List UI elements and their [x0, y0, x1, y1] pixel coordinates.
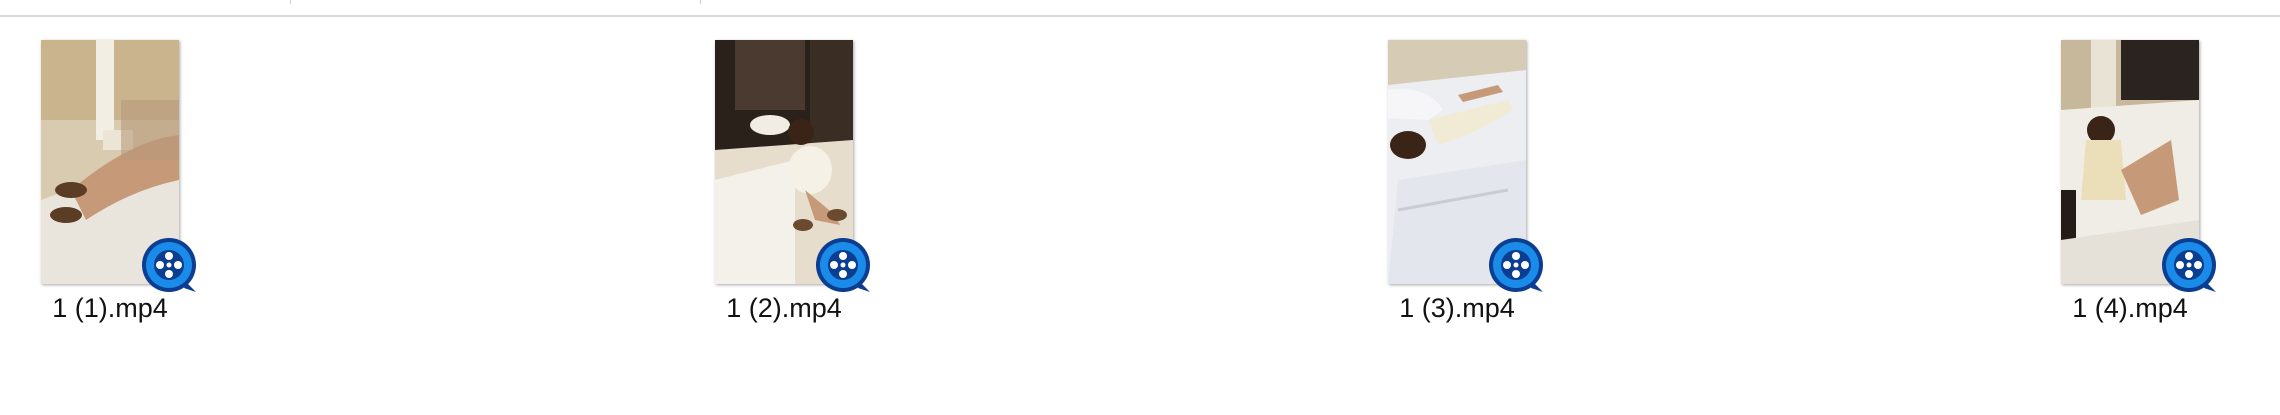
- file-grid: 1 (1).mp4 1 (2).mp4 1 (3).mp4 1 (4).mp4: [0, 0, 2280, 415]
- file-item[interactable]: 1 (3).mp4: [1357, 40, 1557, 340]
- quicktime-player-icon: [140, 236, 198, 294]
- quicktime-player-icon: [2160, 236, 2218, 294]
- file-name-label: 1 (2).mp4: [726, 293, 842, 323]
- file-name-label: 1 (3).mp4: [1399, 293, 1515, 323]
- file-item[interactable]: 1 (1).mp4: [10, 40, 210, 340]
- quicktime-player-icon: [814, 236, 872, 294]
- file-name-label: 1 (1).mp4: [52, 293, 168, 323]
- file-item[interactable]: 1 (4).mp4: [2030, 40, 2230, 340]
- file-name-label: 1 (4).mp4: [2072, 293, 2188, 323]
- quicktime-player-icon: [1487, 236, 1545, 294]
- file-item[interactable]: 1 (2).mp4: [684, 40, 884, 340]
